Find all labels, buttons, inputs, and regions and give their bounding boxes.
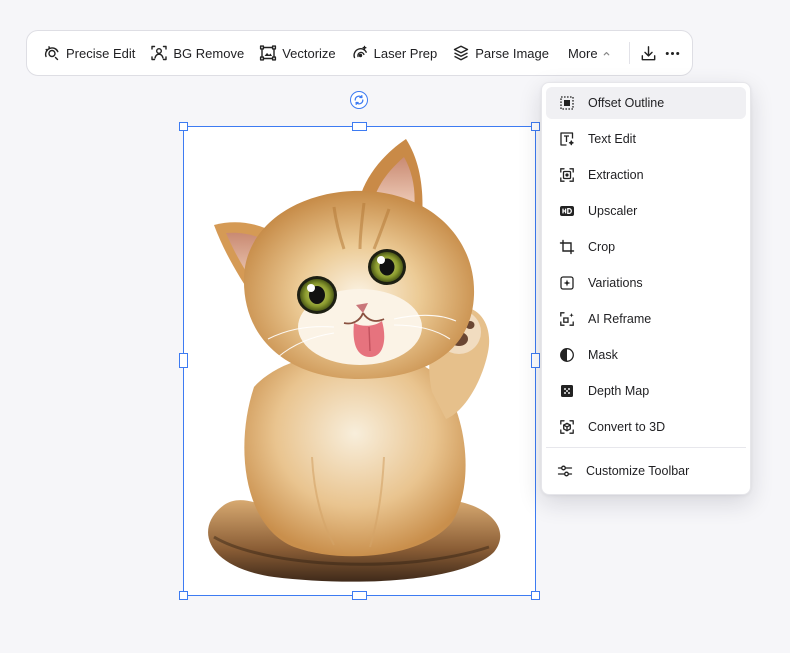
more-options-button[interactable]: [663, 38, 682, 68]
bg-remove-label: BG Remove: [173, 45, 245, 61]
menu-item-ai-reframe[interactable]: AI Reframe: [546, 303, 746, 335]
resize-handle-top-right[interactable]: [531, 122, 540, 131]
laser-prep-icon: [353, 45, 367, 59]
precise-edit-button[interactable]: Precise Edit: [41, 38, 142, 68]
menu-item-variations[interactable]: Variations: [546, 267, 746, 299]
hd-icon: [559, 203, 575, 219]
laser-prep-button[interactable]: Laser Prep: [349, 38, 445, 68]
parse-image-button[interactable]: Parse Image: [450, 38, 556, 68]
menu-item-label: AI Reframe: [588, 312, 652, 326]
menu-item-label: Offset Outline: [588, 96, 665, 110]
menu-item-mask[interactable]: Mask: [546, 339, 746, 371]
resize-handle-bottom[interactable]: [352, 591, 367, 600]
bg-remove-button[interactable]: BG Remove: [148, 38, 251, 68]
resize-handle-left[interactable]: [179, 353, 188, 368]
vectorize-icon: [260, 45, 277, 61]
bg-remove-icon: [151, 45, 168, 61]
more-dropdown-menu: Offset Outline Text Edit Extraction Upsc…: [541, 82, 751, 495]
laser-prep-label: Laser Prep: [373, 45, 438, 61]
menu-item-depth-map[interactable]: Depth Map: [546, 375, 746, 407]
menu-item-extraction[interactable]: Extraction: [546, 159, 746, 191]
menu-item-label: Mask: [588, 348, 618, 362]
menu-item-offset-outline[interactable]: Offset Outline: [546, 87, 746, 119]
resize-handle-right[interactable]: [531, 353, 540, 368]
rotate-icon: [354, 94, 364, 106]
download-button[interactable]: [639, 38, 658, 68]
cat-illustration: [184, 127, 536, 595]
menu-item-label: Text Edit: [588, 132, 636, 146]
precise-edit-label: Precise Edit: [66, 45, 136, 61]
ellipsis-icon: [665, 51, 680, 55]
crop-icon: [559, 239, 575, 255]
menu-item-label: Upscaler: [588, 204, 638, 218]
rotate-handle[interactable]: [350, 91, 368, 109]
parse-image-label: Parse Image: [475, 45, 549, 61]
resize-handle-top[interactable]: [352, 122, 367, 131]
convert-3d-icon: [559, 419, 575, 435]
extraction-icon: [559, 167, 575, 183]
text-edit-icon: [559, 131, 575, 147]
layers-icon: [454, 45, 469, 61]
image-toolbar: Precise Edit BG Remove Vectorize Laser P…: [26, 30, 693, 76]
resize-handle-top-left[interactable]: [179, 122, 188, 131]
menu-divider: [546, 447, 746, 448]
vectorize-label: Vectorize: [282, 45, 336, 61]
menu-item-label: Depth Map: [588, 384, 650, 398]
menu-item-upscaler[interactable]: Upscaler: [546, 195, 746, 227]
more-button[interactable]: More: [564, 46, 615, 61]
vectorize-button[interactable]: Vectorize: [257, 38, 342, 68]
precise-edit-icon: [44, 46, 59, 61]
menu-item-convert-to-3d[interactable]: Convert to 3D: [546, 411, 746, 443]
sliders-icon: [557, 463, 573, 479]
canvas-image[interactable]: [184, 127, 536, 595]
menu-item-label: Crop: [588, 240, 616, 254]
menu-item-label: Variations: [588, 276, 643, 290]
resize-handle-bottom-left[interactable]: [179, 591, 188, 600]
menu-item-label: Convert to 3D: [588, 420, 666, 434]
resize-handle-bottom-right[interactable]: [531, 591, 540, 600]
menu-item-text-edit[interactable]: Text Edit: [546, 123, 746, 155]
reframe-icon: [559, 311, 575, 327]
toolbar-divider: [628, 42, 630, 64]
customize-toolbar-button[interactable]: Customize Toolbar: [546, 455, 746, 487]
download-icon: [642, 45, 656, 60]
menu-item-label: Extraction: [588, 168, 644, 182]
mask-icon: [559, 347, 575, 363]
depth-map-icon: [559, 383, 575, 399]
offset-outline-icon: [559, 95, 575, 111]
menu-item-crop[interactable]: Crop: [546, 231, 746, 263]
more-label: More: [567, 45, 598, 61]
customize-toolbar-label: Customize Toolbar: [586, 464, 690, 478]
variations-icon: [559, 275, 575, 291]
chevron-up-icon: [603, 51, 609, 55]
